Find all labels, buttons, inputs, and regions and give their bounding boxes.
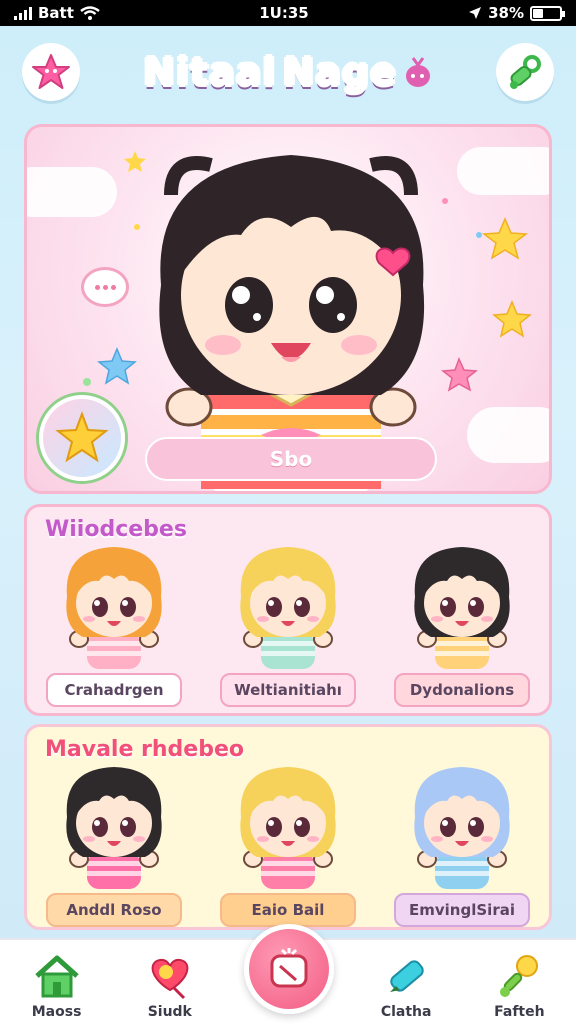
clock: 1U:35 [259,4,309,22]
character-list: Crahadrgen Weltianitiahı Dydonalions [27,541,549,707]
battery-icon [530,5,565,21]
tab-extras[interactable]: Fafteh [469,952,569,1020]
chibi-character [414,767,510,889]
app-header: Nitaal Nage [0,26,576,118]
character-label[interactable]: Dydonalions [394,673,530,707]
character-list: Anddl Roso Eaio Bail EmvinglSirai [27,761,549,927]
pacifier-icon [509,55,541,89]
carrier-label: Batt [38,4,74,22]
character-name-label[interactable]: Sbo [145,437,437,481]
character-label[interactable]: Weltianitiahı [220,673,356,707]
battery-percent: 38% [488,4,524,22]
chibi-character [240,547,336,669]
character-card[interactable]: Crahadrgen [39,541,189,707]
character-card[interactable]: Dydonalions [387,541,537,707]
chibi-character [66,547,162,669]
status-left: Batt [14,4,100,22]
chibi-character [66,767,162,889]
camera-icon [270,948,308,988]
character-label[interactable]: Eaio Bail [220,893,356,927]
character-section-1: Wiiodcebes Crahadrgen Weltianitiahı Dydo… [24,504,552,716]
marker-icon [390,960,424,992]
character-card[interactable]: Anddl Roso [39,761,189,927]
favorite-badge[interactable] [39,395,125,481]
status-right: 38% [468,4,565,22]
bow-icon [405,57,430,87]
title-word-2: Nage [282,50,397,94]
signal-icon [14,6,32,20]
chibi-character [240,767,336,889]
character-label[interactable]: EmvinglSirai [394,893,530,927]
center-camera-button[interactable] [244,924,334,1014]
app-title: Nitaal Nage [143,50,433,94]
tab-clothes[interactable]: Clatha [356,952,456,1020]
tab-label: Siudk [147,1004,192,1020]
character-section-2: Mavale rhdebeo Anddl Roso Eaio Bail Emvi… [24,724,552,930]
star-icon [32,54,70,89]
tab-home[interactable]: Maoss [7,952,107,1020]
title-word-1: Nitaal [143,50,277,94]
location-arrow-icon [469,7,482,19]
featured-character-card[interactable]: Sbo [24,124,552,494]
wifi-icon [80,6,100,20]
heart-balloon-icon [151,958,189,1000]
battery-fill [533,8,543,18]
settings-button[interactable] [495,43,554,101]
chat-bubble-icon [81,267,129,307]
favorites-button[interactable] [22,43,80,101]
section-title: Mavale rhdebeo [45,737,245,762]
star-icon [55,411,109,463]
tab-label: Maoss [31,1004,82,1020]
section-title: Wiiodcebes [45,517,187,542]
tab-label: Clatha [380,1004,432,1020]
tab-stickers[interactable]: Siudk [120,952,220,1020]
character-label[interactable]: Anddl Roso [46,893,182,927]
character-card[interactable]: EmvinglSirai [387,761,537,927]
rattle-icon [500,955,539,997]
chibi-character [414,547,510,669]
character-card[interactable]: Eaio Bail [213,761,363,927]
home-icon [34,955,79,998]
tab-label: Fafteh [494,1004,545,1020]
character-card[interactable]: Weltianitiahı [213,541,363,707]
character-label[interactable]: Crahadrgen [46,673,182,707]
status-bar: Batt 1U:35 38% [0,0,576,26]
